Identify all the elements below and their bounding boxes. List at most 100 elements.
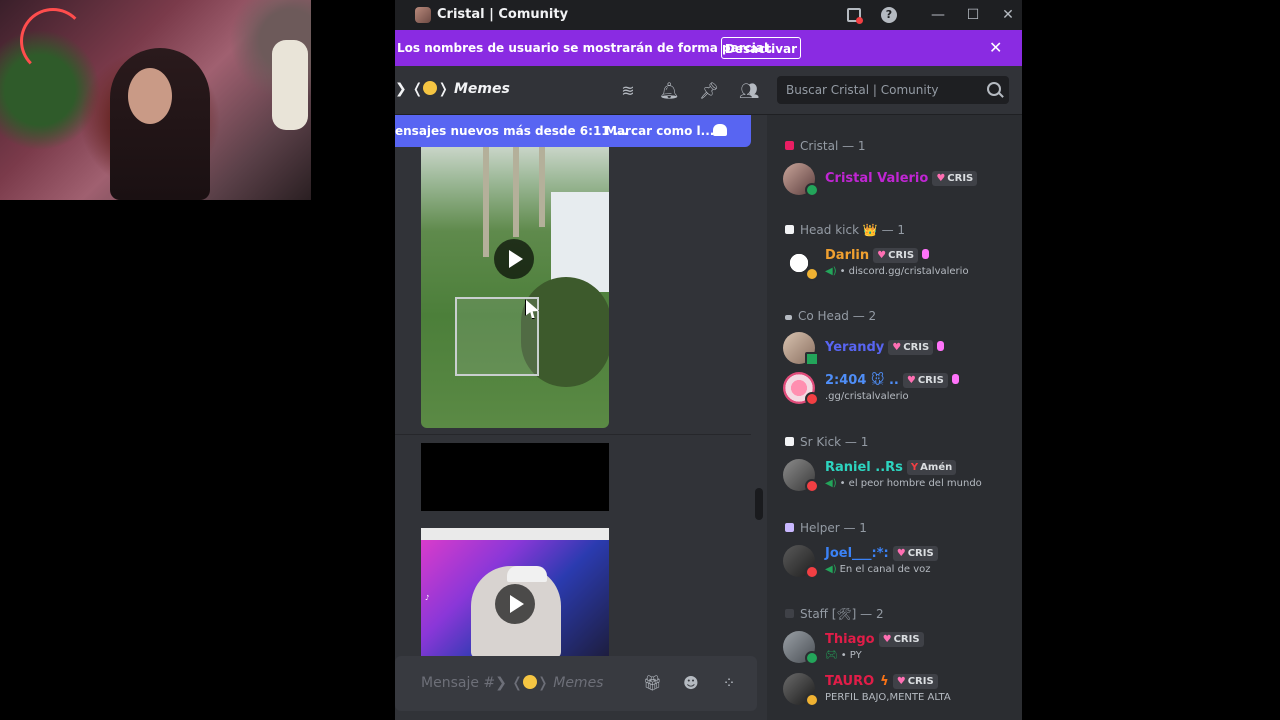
member-list-icon[interactable]: 👥︎ xyxy=(739,82,759,100)
heart-icon: ♥ xyxy=(906,375,916,386)
status-online-icon xyxy=(805,183,819,197)
neon-light xyxy=(20,8,86,74)
tag-label: Amén xyxy=(920,462,953,473)
gift-icon[interactable]: 🎁︎ xyxy=(643,674,662,692)
heart-icon: ♥ xyxy=(892,342,902,353)
member-name-text: Joel___:*: xyxy=(825,546,889,561)
search-placeholder: Buscar Cristal | Comunity xyxy=(786,83,939,97)
voice-icon: ◀) xyxy=(825,564,837,575)
member-item[interactable]: Cristal Valerio ♥ CRIS xyxy=(783,161,1018,197)
activity-text: .gg/cristalvalerio xyxy=(825,391,909,402)
heart-icon: ♥ xyxy=(877,250,887,261)
channel-suffix: ❭ xyxy=(437,81,450,97)
deactivate-button[interactable]: Desactivar xyxy=(721,37,801,59)
tag-label: CRIS xyxy=(947,173,974,184)
notice-banner: Los nombres de usuario se mostrarán de f… xyxy=(395,30,1022,66)
role-label: Staff [🛠] — 2 xyxy=(800,607,884,621)
message-area[interactable]: ensajes nuevos más desde 6:11 ... Marcar… xyxy=(395,115,766,720)
sticker-icon[interactable]: ☻ xyxy=(682,674,700,692)
member-item[interactable]: Joel___:*: ♥ CRIS ◀) En el canal de voz xyxy=(783,543,1018,579)
new-messages-bar[interactable]: ensajes nuevos más desde 6:11 ... Marcar… xyxy=(395,115,751,147)
activity-text: PERFIL BAJO,MENTE ALTA xyxy=(825,692,951,703)
member-item[interactable]: TAURO ϟ ♥ CRIS PERFIL BAJO,MENTE ALTA xyxy=(783,671,1018,707)
member-tag: ♥ CRIS xyxy=(878,632,924,647)
boost-icon xyxy=(922,249,930,259)
mark-read-icon[interactable] xyxy=(713,124,727,136)
member-activity: ◀) • el peor hombre del mundo xyxy=(825,478,982,489)
member-item[interactable]: Thiago ♥ CRIS 🎮︎ • PY xyxy=(783,629,1018,665)
help-icon[interactable]: ? xyxy=(881,7,897,23)
composer-channel: Memes xyxy=(553,675,604,691)
search-box[interactable]: Buscar Cristal | Comunity xyxy=(777,76,1009,104)
member-name-text: TAURO xyxy=(825,674,875,689)
member-tag: ♥ CRIS xyxy=(888,340,934,355)
voice-icon: ◀) xyxy=(825,266,837,277)
video-cap xyxy=(507,566,547,582)
boost-icon xyxy=(937,341,945,351)
member-name: Raniel ..Rs Y Amén xyxy=(825,460,957,475)
role-icon xyxy=(785,225,794,234)
member-item[interactable]: 2:404 🐭 .. ♥ CRIS .gg/cristalvalerio xyxy=(783,370,1018,406)
status-mobile-icon xyxy=(805,352,819,366)
channel-label: Memes xyxy=(453,81,510,97)
member-name-text: Darlin xyxy=(825,248,870,263)
member-name: Thiago ♥ CRIS xyxy=(825,632,924,647)
video-attachment-garden[interactable] xyxy=(421,147,609,428)
member-name: Darlin ♥ CRIS xyxy=(825,248,930,263)
palm-trunk xyxy=(513,147,519,237)
status-idle-icon xyxy=(805,267,819,281)
play-icon[interactable] xyxy=(495,584,535,624)
member-item[interactable]: Raniel ..Rs Y Amén ◀) • el peor hombre del … xyxy=(783,457,1018,493)
pin-icon[interactable]: 📌︎ xyxy=(699,82,719,100)
role-header-head-kick: Head kick 👑 — 1 xyxy=(785,223,905,237)
grin-emoji-icon xyxy=(423,81,438,95)
status-dnd-icon xyxy=(805,565,819,579)
status-dnd-icon xyxy=(805,392,819,406)
palm-trunk xyxy=(483,147,489,257)
member-item[interactable]: Yerandy ♥ CRIS xyxy=(783,330,1018,366)
close-button[interactable]: ✕ xyxy=(997,5,1019,25)
inbox-icon[interactable] xyxy=(847,8,863,24)
status-dnd-icon xyxy=(805,479,819,493)
activity-text: En el canal de voz xyxy=(839,564,931,575)
role-header-staff: Staff [🛠] — 2 xyxy=(785,607,884,621)
member-activity: PERFIL BAJO,MENTE ALTA xyxy=(825,692,951,703)
threads-icon[interactable]: ≋ xyxy=(619,82,637,100)
play-icon[interactable] xyxy=(494,239,534,279)
member-activity: ◀) • discord.gg/cristalvalerio xyxy=(825,266,969,277)
discord-window: Cristal | Comunity ? — ☐ ✕ Los nombres d… xyxy=(395,0,1022,720)
new-messages-text: ensajes nuevos más desde 6:11 ... xyxy=(395,124,628,138)
streamer-face xyxy=(128,68,172,124)
scrollbar-thumb[interactable] xyxy=(755,488,763,520)
video-top-bar xyxy=(421,528,609,540)
role-label: Helper — 1 xyxy=(800,521,867,535)
activity-text: • discord.gg/cristalvalerio xyxy=(839,266,969,277)
member-list: Cristal — 1 Cristal Valerio ♥ CRIS Head ki… xyxy=(767,115,1022,720)
server-icon xyxy=(415,7,431,23)
role-label: Co Head — 2 xyxy=(798,309,877,323)
role-tag-icon: Y xyxy=(910,462,919,473)
video-attachment-streamer[interactable]: ♪ xyxy=(421,528,609,658)
role-header-helper: Helper — 1 xyxy=(785,521,867,535)
member-name-text: Thiago xyxy=(825,632,875,647)
member-tag: Y Amén xyxy=(906,460,957,475)
heart-icon: ♥ xyxy=(936,173,946,184)
member-name: Joel___:*: ♥ CRIS xyxy=(825,546,938,561)
mark-as-read-button[interactable]: Marcar como l... xyxy=(605,124,714,138)
apps-icon[interactable]: ⁘ xyxy=(720,674,738,692)
title-bar: Cristal | Comunity ? — ☐ ✕ xyxy=(395,0,1022,30)
minimize-button[interactable]: — xyxy=(927,5,949,25)
role-header-co-head: Co Head — 2 xyxy=(785,309,876,323)
tag-label: CRIS xyxy=(888,250,915,261)
tag-label: CRIS xyxy=(893,634,920,645)
banner-close-icon[interactable]: ✕ xyxy=(989,38,1002,57)
role-label: Cristal — 1 xyxy=(800,139,866,153)
message-composer[interactable]: Mensaje #❯ ❬ ❭ Memes 🎁︎ ☻ ⁘ xyxy=(395,656,757,711)
member-name: Cristal Valerio ♥ CRIS xyxy=(825,171,978,186)
member-item[interactable]: Darlin ♥ CRIS ◀) • discord.gg/cristalvaleri… xyxy=(783,245,1018,281)
activity-text: • el peor hombre del mundo xyxy=(839,478,982,489)
bell-icon[interactable]: 🔔︎ xyxy=(659,82,679,100)
boost-icon xyxy=(951,374,959,384)
video-attachment-black[interactable] xyxy=(421,443,609,511)
maximize-button[interactable]: ☐ xyxy=(962,5,984,25)
